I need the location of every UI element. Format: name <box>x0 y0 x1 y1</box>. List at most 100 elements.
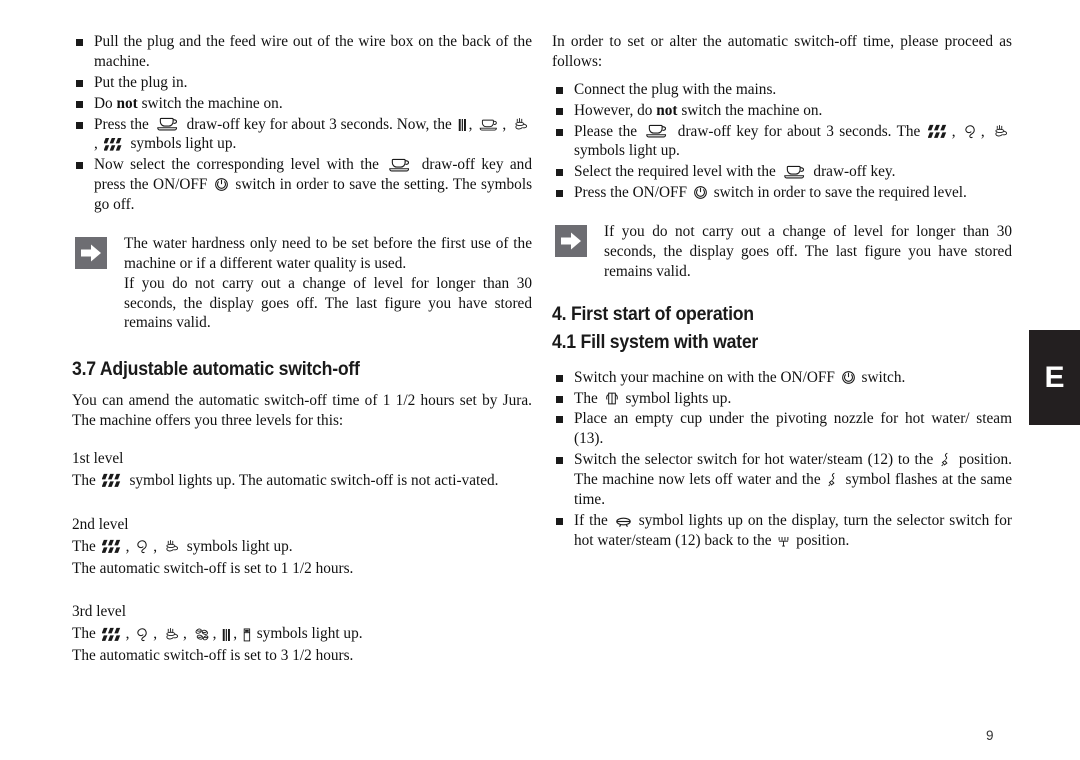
section-4-1-bullet-list: Switch your machine on with the ON/OFF s… <box>552 368 1012 551</box>
text-post: symbols light up. <box>186 537 293 555</box>
text-mid: draw-off key for about 3 seconds. Now, t… <box>186 115 452 133</box>
list-item: Now select the corresponding level with … <box>72 155 532 215</box>
text-pre: Switch your machine on with the ON/OFF <box>574 368 835 386</box>
intro-paragraph: You can amend the automatic switch-off t… <box>72 392 532 430</box>
text-bold: not <box>116 94 138 112</box>
heading-4: 4. First start of operation <box>552 303 754 325</box>
comma-b: , <box>153 625 158 643</box>
bullet-text: Now select the corresponding level with … <box>94 155 532 215</box>
power-onoff-icon <box>214 177 229 192</box>
text-pre: The <box>574 389 598 407</box>
bullet-text: If the symbol lights up on the display, … <box>574 511 1012 551</box>
right-column: In order to set or alter the automatic s… <box>552 32 1012 552</box>
right-top-bullet-list: Connect the plug with the mains. However… <box>552 80 1012 203</box>
text-bold: not <box>656 101 678 119</box>
comma-e: , <box>233 625 238 643</box>
water-drops-icon <box>102 473 124 488</box>
level-2-text: The , , symbols light up. <box>72 537 532 557</box>
list-item: Press the ON/OFF switch in order to save… <box>552 183 1012 203</box>
comma-d: , <box>212 625 217 643</box>
steam-nozzle-icon <box>940 452 952 467</box>
list-item: Put the plug in. <box>72 73 532 93</box>
bullet-text: Pull the plug and the feed wire out of t… <box>94 33 532 70</box>
text-post: symbols light up. <box>256 625 363 643</box>
bullet-text: Switch the selector switch for hot water… <box>574 450 1012 510</box>
comma-c: , <box>182 625 187 643</box>
coffee-cup-drawoff-icon <box>644 122 670 139</box>
list-item: The symbol lights up. <box>552 389 1012 409</box>
list-item: Switch your machine on with the ON/OFF s… <box>552 368 1012 388</box>
bullet-text: Put the plug in. <box>94 73 188 91</box>
left-column: Pull the plug and the feed wire out of t… <box>72 32 532 668</box>
drip-tray-icon <box>243 628 251 642</box>
level-1-text: The symbol lights up. The automatic swit… <box>72 471 532 491</box>
text-pre: Press the ON/OFF <box>574 184 688 202</box>
note-change-of-level: If you do not carry out a change of leve… <box>552 222 1012 282</box>
list-item: If the symbol lights up on the display, … <box>552 511 1012 551</box>
off-position-icon <box>777 535 790 548</box>
bullet-text: The symbol lights up. <box>574 389 1012 409</box>
water-drops-icon <box>102 627 124 642</box>
bullet-text: Do not switch the machine on. <box>94 94 532 114</box>
text-post: symbol lights up. <box>625 389 732 407</box>
text-post: symbol lights up. The automatic switch-o… <box>129 471 499 489</box>
hot-water-icon <box>615 515 632 528</box>
note-text: The water hardness only need to be set b… <box>124 234 532 333</box>
comma-3: , <box>94 135 98 153</box>
text-mid: symbol lights up on the display, turn th… <box>574 511 1013 549</box>
list-item: Select the required level with the draw-… <box>552 162 1012 182</box>
power-onoff-icon <box>693 185 708 200</box>
page-number: 9 <box>986 728 994 743</box>
bullet-text: However, do not switch the machine on. <box>574 101 1012 121</box>
text-post: switch in order to save the required lev… <box>713 184 967 202</box>
note-water-hardness: The water hardness only need to be set b… <box>72 234 532 333</box>
bullet-text: Press the draw-off key for about 3 secon… <box>94 115 532 155</box>
comma-a: , <box>125 625 130 643</box>
arrow-right-icon <box>555 225 587 257</box>
text-pre: Switch the selector switch for hot water… <box>574 451 934 469</box>
text-pre: Select the required level with the <box>574 163 776 181</box>
coffee-beans-icon <box>193 627 211 642</box>
vertical-bars-icon <box>222 628 231 642</box>
bullet-text: Please the draw-off key for about 3 seco… <box>574 122 1012 162</box>
text-pre: The <box>72 471 96 489</box>
text-pre: If the <box>574 511 608 529</box>
power-onoff-icon <box>841 370 856 385</box>
text-pre: The <box>72 537 96 555</box>
language-tab-e: E <box>1029 330 1080 425</box>
bullet-text: Press the ON/OFF switch in order to save… <box>574 183 1012 203</box>
comma-1: , <box>468 115 473 133</box>
text-pre: Now select the corresponding level with … <box>94 156 379 174</box>
text-pre: However, do <box>574 101 653 119</box>
list-item: Pull the plug and the feed wire out of t… <box>72 32 532 72</box>
list-item: Connect the plug with the mains. <box>552 80 1012 100</box>
text-mid: draw-off key for about 3 seconds. The <box>677 122 921 140</box>
water-drops-icon <box>104 137 125 152</box>
steam-flower-icon <box>512 117 530 132</box>
level-2-line2: The automatic switch-off is set to 1 1/2… <box>72 559 354 577</box>
steam-flower-icon <box>163 539 181 554</box>
text-pre: Do <box>94 94 113 112</box>
level-2-title: 2nd level <box>72 515 129 533</box>
kettle-icon <box>135 627 151 642</box>
note-line-1: If you do not carry out a change of leve… <box>604 223 1012 280</box>
level-3-line2: The automatic switch-off is set to 3 1/2… <box>72 647 354 665</box>
left-top-bullet-list: Pull the plug and the feed wire out of t… <box>72 32 532 215</box>
bullet-text: Switch your machine on with the ON/OFF s… <box>574 368 1012 388</box>
steam-nozzle-icon <box>827 472 839 487</box>
coffee-cup-drawoff-icon <box>155 115 181 132</box>
level-3-title: 3rd level <box>72 603 126 621</box>
document-page: Pull the plug and the feed wire out of t… <box>0 0 1080 760</box>
note-line-1: The water hardness only need to be set b… <box>124 234 532 272</box>
heading-3-7: 3.7 Adjustable automatic switch-off <box>72 359 360 381</box>
water-drops-icon <box>102 539 124 554</box>
bullet-text: Select the required level with the draw-… <box>574 162 1012 182</box>
heading-4-1: 4.1 Fill system with water <box>552 331 759 353</box>
comma-a: , <box>125 537 130 555</box>
list-item: Please the draw-off key for about 3 seco… <box>552 122 1012 162</box>
bullet-text: Connect the plug with the mains. <box>574 80 777 98</box>
text-post: position. <box>796 531 850 549</box>
vertical-bars-icon <box>458 118 467 132</box>
arrow-right-icon <box>75 236 107 269</box>
steam-flower-icon <box>163 627 181 642</box>
